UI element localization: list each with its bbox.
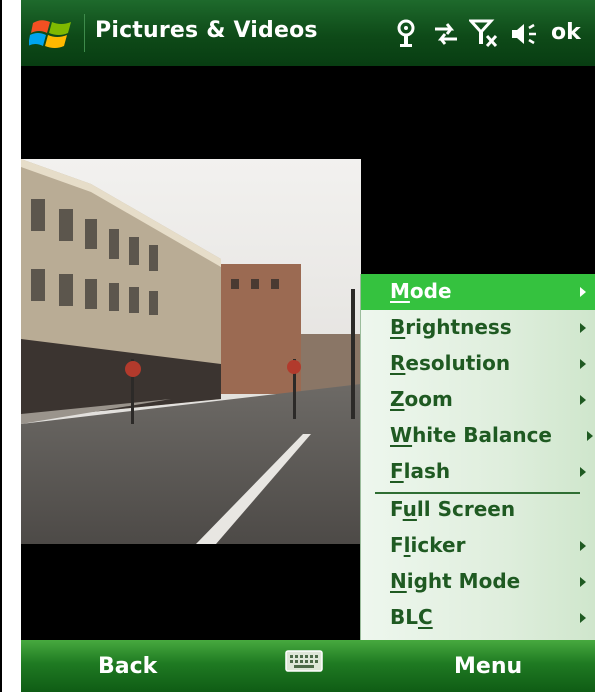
menu-item-resolution[interactable]: Resolution [361,346,595,382]
menu-item-label: Mode [390,279,452,303]
submenu-arrow-icon [580,395,586,405]
menu-item-label: BLC [390,605,433,629]
menu-item-label: Flicker [390,533,466,557]
camera-preview-image [21,159,361,544]
menu-item-white-balance[interactable]: White Balance [361,418,595,454]
menu-item-label: Full Screen [390,497,516,521]
menu-item-label: White Balance [390,423,552,447]
title-bar: Pictures & Videos ok [21,0,595,66]
back-softkey[interactable]: Back [98,654,157,679]
windows-start-icon[interactable] [29,17,75,53]
camera-options-menu: Mode Brightness Resolution Zoom White Ba… [360,274,595,640]
submenu-arrow-icon [580,577,586,587]
submenu-arrow-icon [580,541,586,551]
phone-screen: Pictures & Videos ok Mode Brightness Res… [21,0,595,692]
menu-softkey[interactable]: Menu [454,654,522,679]
app-title: Pictures & Videos [95,18,318,43]
screenshot-frame: Pictures & Videos ok Mode Brightness Res… [0,0,595,692]
menu-item-zoom[interactable]: Zoom [361,382,595,418]
menu-item-label: Flash [390,459,451,483]
submenu-arrow-icon [580,359,586,369]
submenu-arrow-icon [580,323,586,333]
submenu-arrow-icon [580,613,586,623]
menu-item-blc[interactable]: BLC [361,600,595,636]
submenu-arrow-icon [580,287,586,297]
frame-border [0,0,2,692]
menu-item-flicker[interactable]: Flicker [361,528,595,564]
menu-item-label: Zoom [390,387,453,411]
title-divider [84,14,85,52]
menu-item-night-mode[interactable]: Night Mode [361,564,595,600]
menu-item-mode[interactable]: Mode [361,274,595,310]
menu-item-brightness[interactable]: Brightness [361,310,595,346]
menu-item-label: Brightness [390,315,512,339]
menu-item-label: Resolution [390,351,511,375]
menu-item-label: Night Mode [390,569,521,593]
submenu-arrow-icon [580,467,586,477]
speaker-icon[interactable] [509,18,539,50]
menu-item-full-screen[interactable]: Full Screen [361,492,595,528]
no-signal-icon [469,19,498,48]
ok-button[interactable]: ok [551,20,581,45]
location-icon [397,19,415,47]
keyboard-icon[interactable] [285,650,323,672]
menu-item-flash[interactable]: Flash [361,454,595,490]
soft-key-bar: Back Menu [21,640,595,692]
submenu-arrow-icon [587,431,593,441]
data-sync-icon [435,23,457,45]
